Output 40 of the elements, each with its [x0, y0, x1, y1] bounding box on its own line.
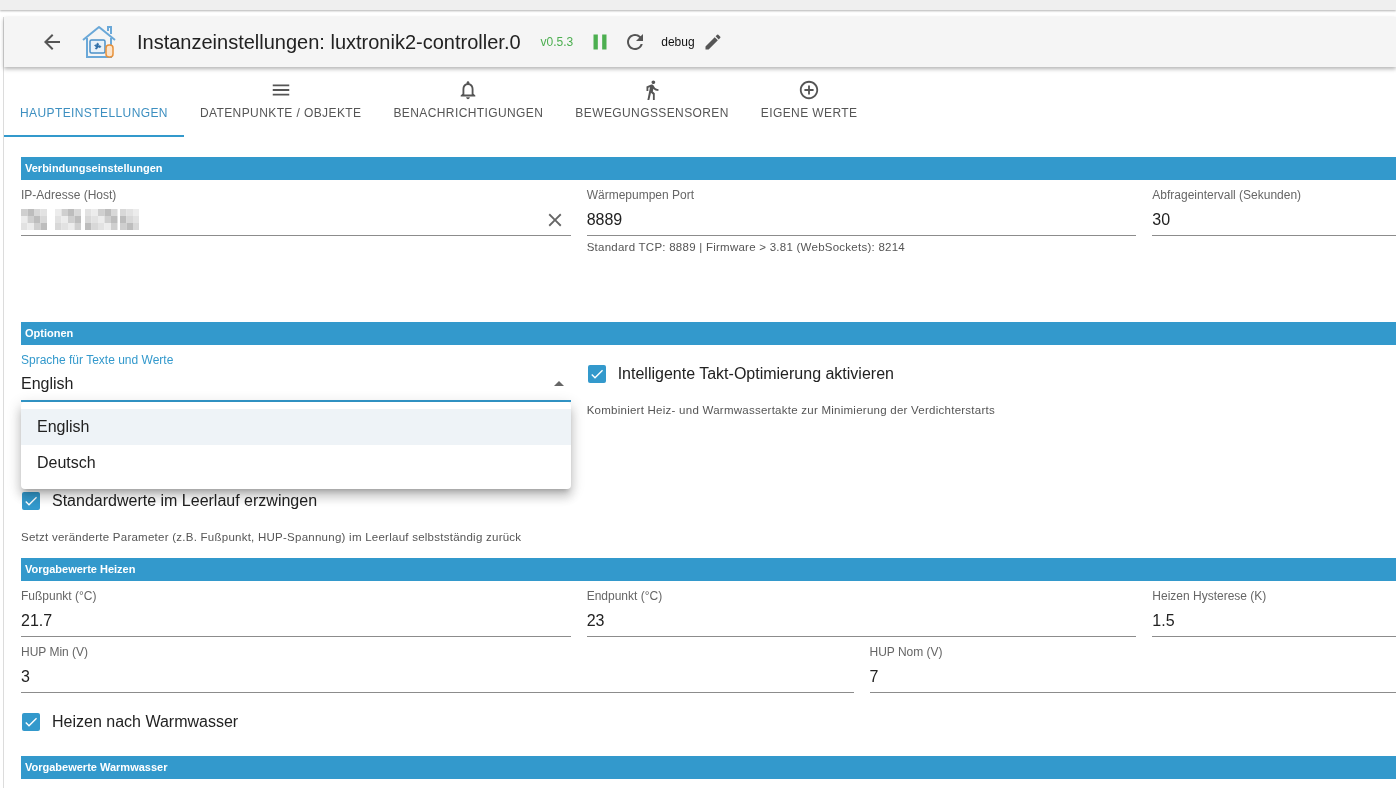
menu-option[interactable]: English: [21, 409, 571, 445]
field-label: Abfrageintervall (Sekunden): [1152, 188, 1303, 202]
checkbox[interactable]: [22, 492, 40, 510]
field-label: IP-Adresse (Host): [21, 188, 118, 202]
field-label: Endpunkt (°C): [586, 589, 664, 603]
checkbox-label[interactable]: Intelligente Takt-Optimierung aktivieren: [617, 365, 894, 383]
tab[interactable]: BENACHRICHTIGUNGEN: [377, 67, 560, 137]
input-field[interactable]: 3: [21, 659, 854, 693]
helper-text: Setzt veränderte Parameter (z.B. Fußpunkt, HUP-Spannung) im Leerlauf selbstständig zurück: [21, 530, 523, 544]
section-header: Vorgabewerte Warmwasser: [21, 756, 1396, 779]
input-field[interactable]: 8889: [586, 202, 1137, 236]
menu-option[interactable]: Deutsch: [21, 445, 571, 481]
section-header: Vorgabewerte Heizen: [21, 558, 1396, 581]
input-field[interactable]: 1.5: [1152, 603, 1396, 637]
section-header: Verbindungseinstellungen: [21, 157, 1396, 180]
checkbox-label[interactable]: Heizen nach Warmwasser: [52, 713, 239, 731]
field-label: HUP Nom (V): [869, 645, 944, 659]
tab[interactable]: EIGENE WERTE: [744, 67, 874, 137]
helper-text: Kombiniert Heiz- und Warmwassertakte zur Minimierung der Verdichterstarts: [586, 403, 996, 417]
field-label: Wärmepumpen Port: [586, 188, 696, 202]
house-fan-icon: [80, 23, 118, 61]
checkbox-label[interactable]: Standardwerte im Leerlauf erzwingen: [52, 492, 318, 510]
version-label: v0.5.3: [540, 35, 574, 49]
input-field[interactable]: 23: [586, 603, 1137, 637]
field-label: Fußpunkt (°C): [21, 589, 98, 603]
helper-text: Standard TCP: 8889 | Firmware > 3.81 (WebSockets): 8214: [586, 240, 906, 254]
log-level-label: debug: [661, 35, 695, 49]
page-title: Instanzeinstellungen: luxtronik2-controller.0: [137, 30, 521, 54]
field-label: HUP Min (V): [21, 645, 90, 659]
input-field[interactable]: 30: [1152, 202, 1396, 236]
input-field[interactable]: 7: [869, 659, 1396, 693]
input-field[interactable]: 21.7: [21, 603, 571, 637]
tab[interactable]: HAUPTEINSTELLUNGEN: [4, 67, 184, 137]
field-label: Sprache für Texte und Werte: [21, 353, 175, 367]
tab[interactable]: DATENPUNKTE / OBJEKTE: [183, 67, 378, 137]
checkbox[interactable]: [587, 365, 606, 383]
field-label: Heizen Hysterese (K): [1152, 589, 1268, 603]
checkbox[interactable]: [22, 713, 40, 731]
section-header: Optionen: [21, 322, 1396, 345]
tab[interactable]: BEWEGUNGSSENSOREN: [559, 67, 745, 137]
